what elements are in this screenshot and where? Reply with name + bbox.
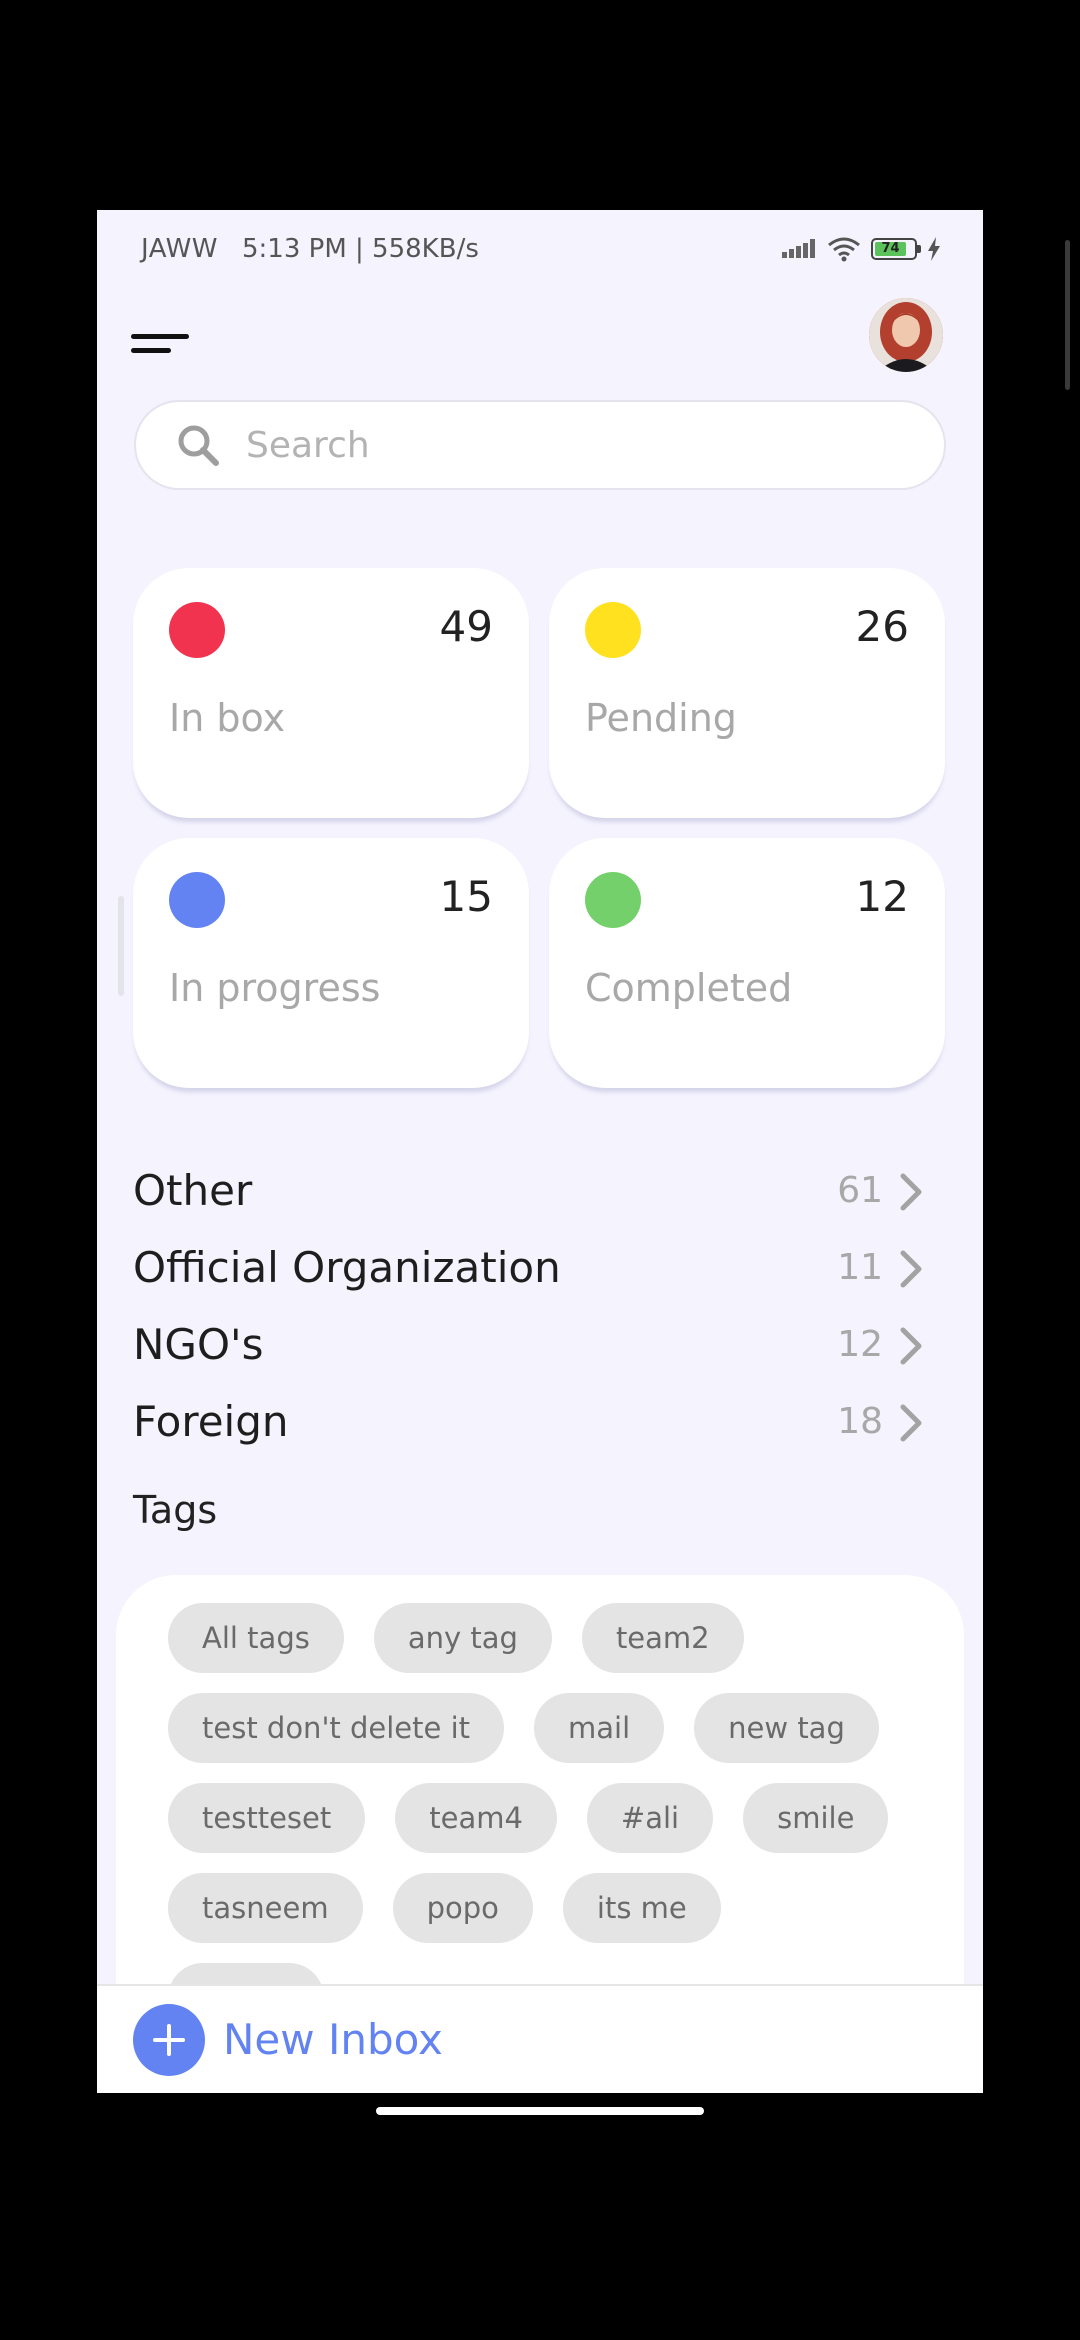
card-count: 49 [439, 602, 493, 651]
tag-chip[interactable]: team4 [395, 1783, 557, 1853]
category-row-ngos[interactable]: NGO's 12 [133, 1312, 943, 1376]
edge-handle[interactable] [118, 896, 124, 996]
tag-chip[interactable]: new tag [694, 1693, 879, 1763]
charging-icon [928, 237, 940, 261]
avatar-image [869, 298, 943, 372]
category-name: Foreign [133, 1397, 289, 1446]
search-bar[interactable] [134, 400, 946, 490]
category-name: Other [133, 1166, 253, 1215]
category-count: 11 [837, 1247, 883, 1288]
tag-chip[interactable]: #ali [586, 1783, 714, 1853]
tag-chip[interactable]: popo [392, 1873, 533, 1943]
card-label: Completed [585, 966, 793, 1010]
search-icon [178, 425, 219, 466]
tag-chip[interactable]: mail [534, 1693, 665, 1763]
card-pending[interactable]: 26 Pending [549, 568, 945, 818]
scrollbar[interactable] [1065, 240, 1070, 390]
card-count: 12 [855, 872, 909, 921]
menu-icon[interactable] [131, 322, 195, 362]
green-dot-icon [585, 872, 641, 928]
tag-chip[interactable]: smile [743, 1783, 889, 1853]
blue-dot-icon [169, 872, 225, 928]
chevron-right-icon [900, 1173, 922, 1211]
wifi-icon [828, 237, 860, 262]
tag-chip[interactable]: its me [562, 1873, 721, 1943]
category-count: 18 [837, 1401, 883, 1442]
card-inbox[interactable]: 49 In box [133, 568, 529, 818]
home-indicator[interactable] [376, 2107, 704, 2115]
battery-icon: 74 [871, 238, 921, 260]
avatar[interactable] [869, 298, 943, 372]
card-count: 26 [855, 602, 909, 651]
plus-icon [133, 2003, 205, 2076]
card-count: 15 [439, 872, 493, 921]
tag-chip[interactable]: team2 [581, 1603, 744, 1673]
category-name: Official Organization [133, 1243, 561, 1292]
tag-chip[interactable]: testteset [168, 1783, 366, 1853]
tag-chip[interactable]: any tag [373, 1603, 552, 1673]
card-label: Pending [585, 696, 737, 740]
card-label: In progress [169, 966, 381, 1010]
new-inbox-label: New Inbox [223, 2015, 443, 2064]
signal-icon [782, 239, 817, 259]
card-label: In box [169, 696, 286, 740]
card-in-progress[interactable]: 15 In progress [133, 838, 529, 1088]
category-row-foreign[interactable]: Foreign 18 [133, 1389, 943, 1453]
chevron-right-icon [900, 1250, 922, 1288]
tags-heading: Tags [133, 1488, 218, 1532]
category-row-official-organization[interactable]: Official Organization 11 [133, 1235, 943, 1299]
tag-chip[interactable]: All tags [168, 1603, 344, 1673]
chevron-right-icon [900, 1327, 922, 1365]
chevron-right-icon [900, 1404, 922, 1442]
status-time: 5:13 PM | 558KB/s [242, 234, 479, 264]
category-count: 12 [837, 1324, 883, 1365]
category-count: 61 [837, 1170, 883, 1211]
battery-level: 74 [875, 242, 907, 256]
new-inbox-button[interactable]: New Inbox [97, 1984, 983, 2093]
status-carrier: JAWW [141, 234, 218, 264]
category-row-other[interactable]: Other 61 [133, 1158, 943, 1222]
tag-chip[interactable]: test don't delete it [168, 1693, 505, 1763]
status-icons: 74 [782, 236, 941, 262]
red-dot-icon [169, 602, 225, 658]
app-screen: JAWW 5:13 PM | 558KB/s 74 Search 49 In b… [97, 210, 983, 2093]
tag-chip[interactable]: tasneem [168, 1873, 363, 1943]
card-completed[interactable]: 12 Completed [549, 838, 945, 1088]
yellow-dot-icon [585, 602, 641, 658]
category-name: NGO's [133, 1320, 264, 1369]
search-input[interactable] [244, 423, 848, 467]
tags-panel: All tags any tag team2 test don't delete i… [116, 1575, 964, 2093]
status-bar: JAWW 5:13 PM | 558KB/s 74 [97, 210, 983, 290]
